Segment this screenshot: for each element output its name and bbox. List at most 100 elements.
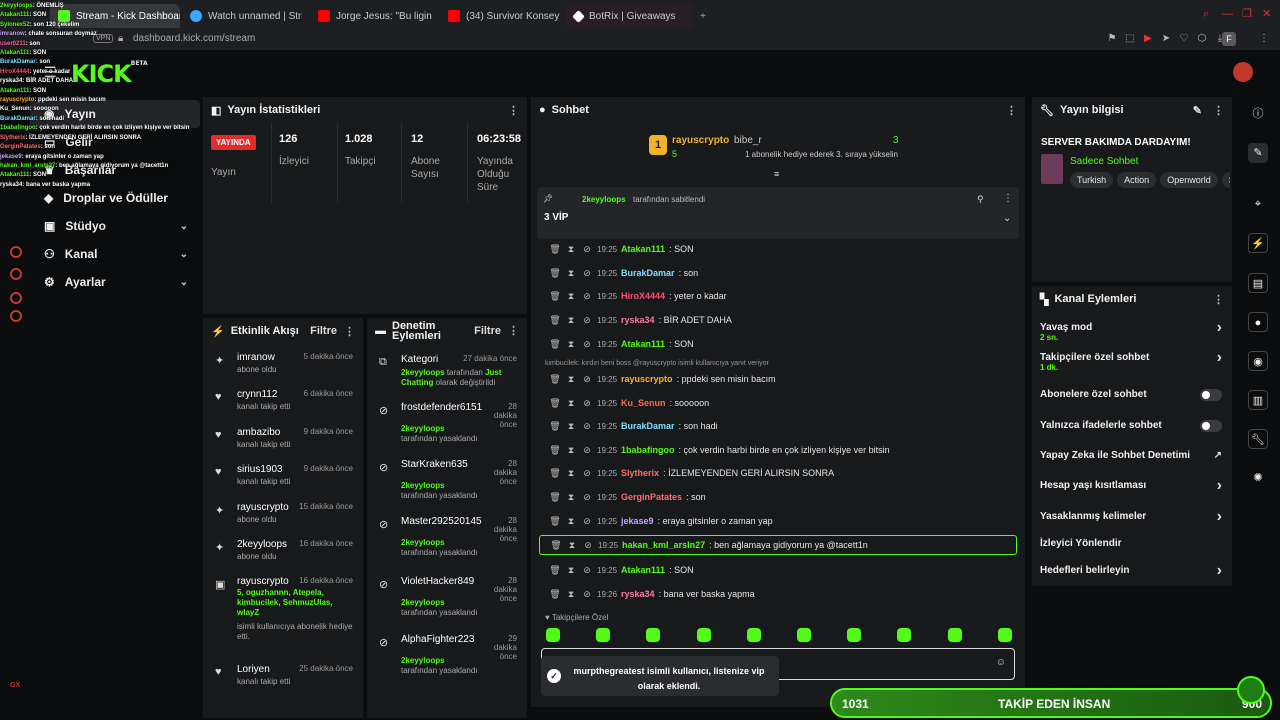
chat-message[interactable]: 🗑︎ ⧗ ⊘ 19:25 GerginPatates: son: [549, 487, 1019, 507]
message-username[interactable]: Atakan111: [621, 244, 665, 254]
profile-avatar[interactable]: F: [1222, 32, 1236, 46]
more-icon[interactable]: ⋮: [1006, 104, 1017, 117]
unpin-icon[interactable]: ⚲: [977, 194, 984, 205]
message-username[interactable]: Slytherix: [621, 468, 659, 478]
broadcast-icon[interactable]: ◉: [1248, 351, 1268, 371]
ban-icon[interactable]: ⊘: [581, 492, 593, 503]
timeout-icon[interactable]: ⧗: [565, 565, 577, 576]
chat-message[interactable]: 🗑︎ ⧗ ⊘ 19:25 Atakan111: SON: [549, 560, 1019, 580]
timeout-icon[interactable]: ⧗: [565, 516, 577, 527]
info-icon[interactable]: ⓘ: [1248, 104, 1268, 124]
message-username[interactable]: Atakan111: [621, 565, 665, 575]
delete-icon[interactable]: 🗑︎: [549, 565, 561, 576]
timeout-icon[interactable]: ⧗: [565, 468, 577, 479]
channel-action-item[interactable]: Takipçilere özel sohbet 1 dk. ›: [1040, 349, 1226, 372]
toggle-switch[interactable]: [1200, 420, 1222, 432]
delete-icon[interactable]: 🗑︎: [549, 516, 561, 527]
ban-icon[interactable]: ⊘: [582, 540, 594, 551]
activity-item[interactable]: ✦ imranow abone oldu 5 dakika önce: [213, 352, 357, 386]
delete-icon[interactable]: 🗑︎: [549, 374, 561, 385]
message-username[interactable]: Atakan111: [621, 339, 665, 349]
ban-icon[interactable]: ⊘: [581, 468, 593, 479]
pencil-icon[interactable]: ✎: [1248, 143, 1268, 163]
extension-red-icon[interactable]: ▶: [1142, 33, 1154, 45]
chat-message[interactable]: 🗑︎ ⧗ ⊘ 19:25 ryska34: BİR ADET DAHA: [549, 310, 1019, 330]
tab-watch-stream[interactable]: Watch unnamed | Stream: [182, 4, 302, 28]
spinner-icon[interactable]: ✺: [1248, 468, 1268, 488]
channel-action-item[interactable]: Hesap yaşı kısıtlaması ›: [1040, 477, 1226, 494]
chat-message[interactable]: 🗑︎ ⧗ ⊘ 19:25 jekase9: eraya gitsinler o zama…: [549, 511, 1019, 531]
channel-action-item[interactable]: Yasaklanmış kelimeler ›: [1040, 508, 1226, 525]
filter-button[interactable]: Filtre: [310, 325, 337, 337]
chat-message[interactable]: 🗑︎ ⧗ ⊘ 19:25 hakan_kml_arsln27: ben ağlamaya…: [539, 535, 1017, 555]
emoji-icon[interactable]: ☺: [996, 657, 1006, 668]
menu-dots-icon[interactable]: ⋮: [1258, 33, 1270, 45]
timeout-icon[interactable]: ⧗: [565, 291, 577, 302]
message-username[interactable]: HiroX4444: [621, 291, 665, 301]
message-username[interactable]: ryska34: [621, 315, 655, 325]
ban-icon[interactable]: ⊘: [581, 589, 593, 600]
mod-action-item[interactable]: ⊘ AlphaFighter223 2keyyloops tarafından yas…: [377, 634, 521, 684]
ban-icon[interactable]: ⊘: [581, 339, 593, 350]
message-username[interactable]: BurakDamar: [621, 268, 675, 278]
timeout-icon[interactable]: ⧗: [565, 589, 577, 600]
message-username[interactable]: GerginPatates: [621, 492, 682, 502]
more-icon[interactable]: ⋮: [508, 104, 519, 117]
mod-action-item[interactable]: ⊘ frostdefender6151 2keyyloops tarafından y…: [377, 402, 521, 452]
activity-item[interactable]: ▣ rayuscrypto 5, oguzhannn, Atepela, kimbu…: [213, 576, 357, 641]
tag[interactable]: Openworld: [1160, 172, 1218, 188]
collapse-icon[interactable]: ≡: [774, 169, 779, 179]
delete-icon[interactable]: 🗑︎: [549, 398, 561, 409]
emote-icon[interactable]: [797, 628, 811, 642]
user-avatar[interactable]: [1233, 62, 1253, 82]
channel-action-item[interactable]: Yalnızca ifadelerle sohbet: [1040, 420, 1226, 432]
timeout-icon[interactable]: ⧗: [565, 339, 577, 350]
maximize-icon[interactable]: ❐: [1242, 7, 1252, 20]
mod-action-item[interactable]: ⧉ Kategori 2keyyloops tarafından Just Chat…: [377, 354, 521, 404]
activity-item[interactable]: ♥ Loriyen kanalı takip etti 25 dakika önce: [213, 664, 357, 698]
message-username[interactable]: BurakDamar: [621, 421, 675, 431]
new-tab-button[interactable]: +: [692, 4, 712, 28]
chat-message[interactable]: 🗑︎ ⧗ ⊘ 19:25 BurakDamar: son hadi: [549, 416, 1019, 436]
channel-action-item[interactable]: Hedefleri belirleyin ›: [1040, 562, 1226, 579]
chat-message[interactable]: 🗑︎ ⧗ ⊘ 19:26 ryska34: bana ver baska yapma: [549, 584, 1019, 604]
tab-survivor[interactable]: (34) Survivor Konsey Mü: [440, 4, 562, 28]
timeout-icon[interactable]: ⧗: [565, 268, 577, 279]
bolt-icon[interactable]: ⚡: [1248, 233, 1268, 253]
timeout-icon[interactable]: ⧗: [565, 374, 577, 385]
channel-action-item[interactable]: İzleyici Yönlendir: [1040, 538, 1226, 549]
chat-message[interactable]: 🗑︎ ⧗ ⊘ 19:25 Slytherix: İZLEMEYENDEN GERİ AL…: [549, 463, 1019, 483]
toggle-switch[interactable]: [1200, 389, 1222, 401]
ban-icon[interactable]: ⊘: [581, 291, 593, 302]
tab-botrix[interactable]: BotRix | Giveaways✕: [566, 4, 692, 28]
message-username[interactable]: 1babafingoo: [621, 445, 675, 455]
emote-icon[interactable]: [646, 628, 661, 642]
rail-icon-2[interactable]: [10, 268, 22, 280]
ban-icon[interactable]: ⊘: [581, 565, 593, 576]
delete-icon[interactable]: 🗑︎: [549, 468, 561, 479]
chat-message[interactable]: 🗑︎ ⧗ ⊘ 19:25 rayuscrypto: ppdeki sen misin b…: [549, 369, 1019, 389]
delete-icon[interactable]: 🗑︎: [550, 540, 562, 551]
delete-icon[interactable]: 🗑︎: [549, 339, 561, 350]
channel-action-item[interactable]: Yapay Zeka ile Sohbet Denetimi ↗: [1040, 450, 1226, 461]
tag[interactable]: Turkish: [1070, 172, 1114, 188]
message-username[interactable]: Ku_Senun: [621, 398, 666, 408]
rail-icon-3[interactable]: [10, 292, 22, 304]
emote-icon[interactable]: [897, 628, 912, 642]
timeout-icon[interactable]: ⧗: [565, 445, 577, 456]
bookmark-icon[interactable]: ⚑: [1106, 33, 1118, 45]
timeout-icon[interactable]: ⧗: [565, 492, 577, 503]
activity-item[interactable]: ✦ 2keyyloops abone oldu 16 dakika önce: [213, 539, 357, 573]
more-icon[interactable]: ⋮: [1003, 193, 1013, 204]
chat-message[interactable]: 🗑︎ ⧗ ⊘ 19:25 Atakan111: SON: [549, 334, 1019, 354]
chat-message[interactable]: 🗑︎ ⧗ ⊘ 19:25 BurakDamar: son: [549, 263, 1019, 283]
timeout-icon[interactable]: ⧗: [565, 421, 577, 432]
delete-icon[interactable]: 🗑︎: [549, 492, 561, 503]
screenshot-icon[interactable]: ⬚: [1124, 33, 1136, 45]
channel-action-item[interactable]: Abonelere özel sohbet: [1040, 389, 1226, 401]
more-icon[interactable]: ⋮: [1213, 293, 1224, 306]
emote-icon[interactable]: [847, 628, 862, 642]
emote-icon[interactable]: [546, 628, 560, 642]
emote-icon[interactable]: [746, 628, 761, 642]
chat-message[interactable]: 🗑︎ ⧗ ⊘ 19:25 Atakan111: SON: [549, 239, 1019, 259]
